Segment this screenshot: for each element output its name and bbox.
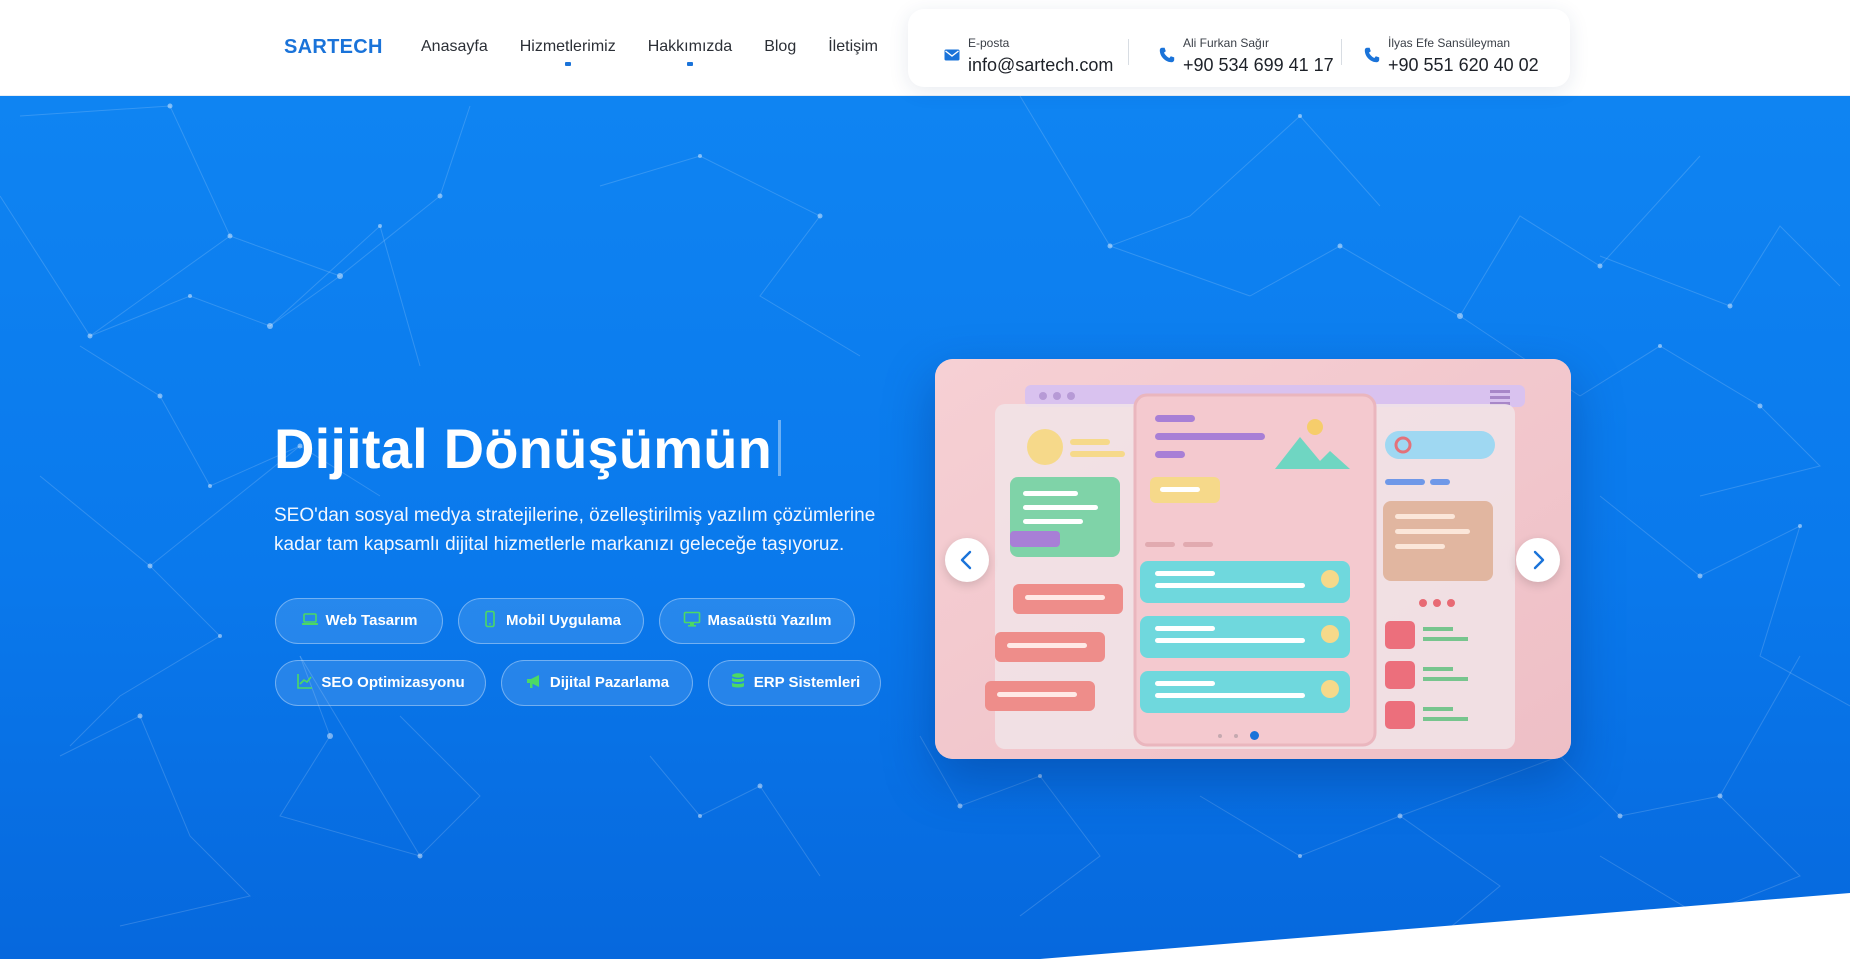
site-header: SARTECH Anasayfa Hizmetlerimiz Hakkımızd… [0,0,1850,96]
nav-item-blog[interactable]: Blog [764,38,796,56]
hero-subtitle: SEO'dan sosyal medya stratejilerine, öze… [274,505,876,555]
database-icon [731,673,744,688]
divider [1341,39,1342,65]
nav-item-label: Hizmetlerimiz [519,38,616,55]
contact-value: +90 551 620 40 02 [1388,55,1539,75]
contact-label: İlyas Efe Sansüleyman [1388,36,1511,50]
chip-masaustu-yazilim[interactable]: Masaüstü Yazılım [659,598,855,644]
carousel-slide-image [935,359,1571,759]
mobile-icon [485,610,495,628]
nav-item-label: Hakkımızda [647,38,733,55]
contact-label: E-posta [968,36,1010,50]
carousel-next-button[interactable] [1516,538,1560,582]
hero-title-text: Dijital Dönüşümün [274,417,773,480]
chip-dijital-pazarlama[interactable]: Dijital Pazarlama [501,660,693,706]
hero-title: Dijital Dönüşümün [274,416,782,481]
typing-caret [778,420,782,476]
contact-phone-2[interactable]: İlyas Efe Sansüleyman +90 551 620 40 02 [1364,27,1554,75]
chip-erp-sistemleri[interactable]: ERP Sistemleri [708,660,881,706]
carousel-dot-2[interactable] [1234,733,1238,738]
megaphone-icon [526,675,539,688]
chip-mobil-uygulama[interactable]: Mobil Uygulama [458,598,644,644]
phone-icon [1159,47,1175,63]
dropdown-indicator [686,62,693,66]
contact-phone-1[interactable]: Ali Furkan Sağır +90 534 699 41 17 [1159,27,1339,75]
divider [1128,39,1129,65]
laptop-icon [301,613,318,625]
contact-email[interactable]: E-posta info@sartech.com [944,27,1124,75]
carousel-dot-1[interactable] [1218,733,1222,738]
chip-label: Dijital Pazarlama [549,674,670,691]
contact-value: +90 534 699 41 17 [1183,55,1334,75]
nav-item-anasayfa[interactable]: Anasayfa [421,38,488,56]
chip-label: Mobil Uygulama [505,612,621,629]
chip-label: ERP Sistemleri [753,674,861,691]
nav-item-hakkimizda[interactable]: Hakkımızda [647,38,733,66]
chip-label: Masaüstü Yazılım [707,612,832,629]
chart-line-icon [297,674,313,689]
carousel-indicators [1218,731,1271,740]
contact-info-box: E-posta info@sartech.com Ali Furkan Sağı… [908,9,1570,87]
hero-carousel [935,359,1571,759]
contact-value: info@sartech.com [968,55,1114,75]
carousel-prev-button[interactable] [945,538,989,582]
nav-item-hizmetlerimiz[interactable]: Hizmetlerimiz [519,38,616,66]
hero-section: Dijital Dönüşümün SEO'dan sosyal medya s… [0,96,1850,959]
chip-seo-optimizasyonu[interactable]: SEO Optimizasyonu [275,660,486,706]
envelope-icon [944,49,960,61]
chevron-right-icon [1533,550,1545,570]
contact-label: Ali Furkan Sağır [1183,36,1270,50]
phone-icon [1364,47,1380,63]
nav-item-iletisim[interactable]: İletişim [828,38,878,56]
chip-label: SEO Optimizasyonu [321,674,465,691]
brand-logo[interactable]: SARTECH [284,36,383,59]
chip-label: Web Tasarım [325,612,418,629]
chevron-left-icon [960,550,972,570]
desktop-icon [683,611,700,627]
chip-web-tasarim[interactable]: Web Tasarım [275,598,443,644]
main-nav: Anasayfa Hizmetlerimiz Hakkımızda Blog İ… [421,38,910,66]
dropdown-indicator [564,62,571,66]
carousel-dot-3[interactable] [1250,731,1259,740]
